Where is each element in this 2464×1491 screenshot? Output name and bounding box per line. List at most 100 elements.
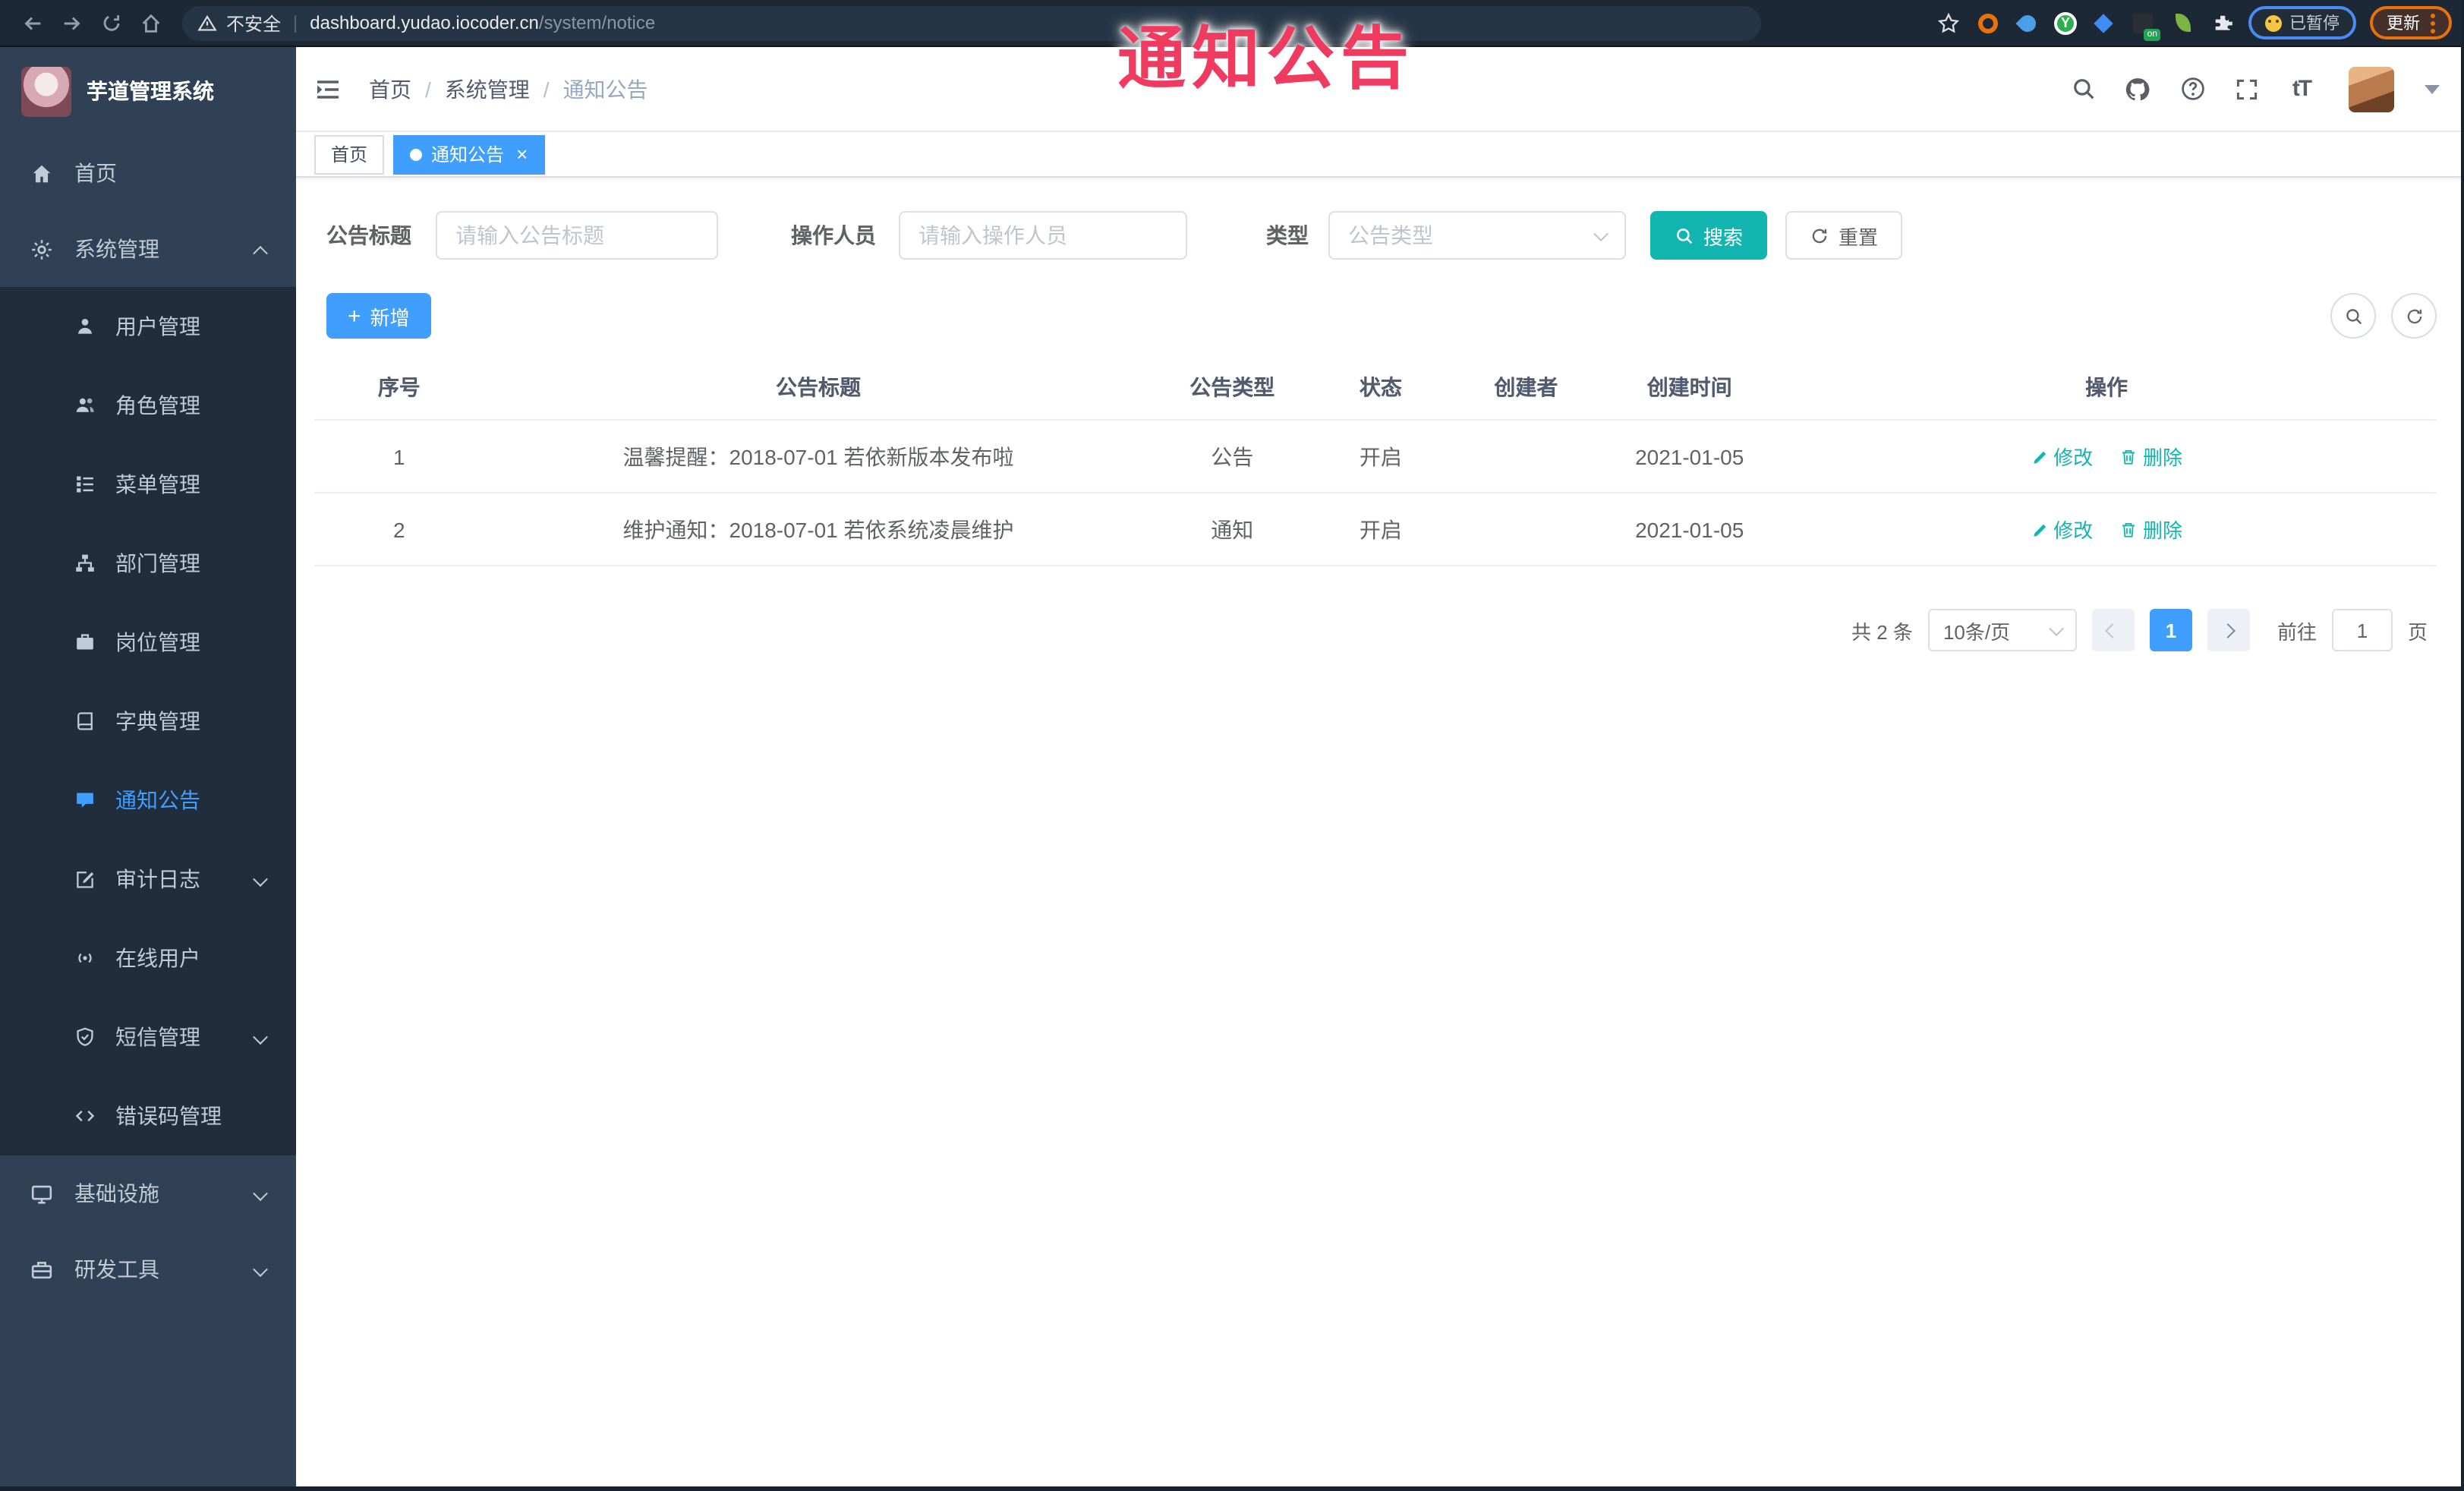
- type-select[interactable]: 公告类型: [1328, 211, 1626, 260]
- type-select-placeholder: 公告类型: [1348, 223, 1433, 247]
- current-page[interactable]: 1: [2149, 609, 2192, 651]
- goto-page-input[interactable]: [2331, 609, 2393, 651]
- sidebar-item-label: 基础设施: [74, 1181, 159, 1206]
- sidebar-item-dictionary[interactable]: 字典管理: [0, 682, 296, 761]
- extension-y-icon[interactable]: Y: [2054, 11, 2077, 34]
- page-size-select[interactable]: 10条/页: [1927, 609, 2077, 651]
- sidebar-item-label: 字典管理: [115, 709, 200, 733]
- edit-link[interactable]: 修改: [2031, 442, 2093, 471]
- fullscreen-icon[interactable]: [2230, 72, 2264, 106]
- total-count: 共 2 条: [1851, 620, 1913, 643]
- close-icon[interactable]: ×: [516, 144, 528, 164]
- github-icon[interactable]: [2121, 72, 2154, 106]
- app-logo-image: [21, 66, 71, 116]
- sidebar-item-system[interactable]: 系统管理: [0, 211, 296, 287]
- forward-icon[interactable]: [52, 3, 91, 43]
- sidebar-item-dev-tools[interactable]: 研发工具: [0, 1231, 296, 1307]
- paused-pill[interactable]: 已暂停: [2248, 6, 2356, 39]
- edit-icon: [73, 868, 96, 891]
- sidebar-item-error-codes[interactable]: 错误码管理: [0, 1076, 296, 1155]
- extension-drop-icon[interactable]: [2015, 10, 2040, 36]
- add-button[interactable]: + 新增: [326, 293, 431, 339]
- extension-leaf-icon[interactable]: [2169, 10, 2195, 36]
- browser-menu-icon[interactable]: [2431, 13, 2435, 33]
- dictionary-icon: [73, 710, 96, 733]
- title-filter-input[interactable]: [436, 211, 718, 260]
- chevron-down-icon: [253, 867, 268, 891]
- update-label: 更新: [2387, 15, 2420, 33]
- reset-button[interactable]: 重置: [1785, 211, 1903, 260]
- toolbox-icon: [30, 1258, 53, 1281]
- chevron-down-icon: [253, 1257, 268, 1281]
- show-search-button[interactable]: [2330, 293, 2376, 339]
- cell-actions: 修改 删除: [1776, 515, 2437, 544]
- extension-orange-icon[interactable]: [1975, 10, 2001, 36]
- sidebar-item-sms[interactable]: 短信管理: [0, 998, 296, 1076]
- tab-notice[interactable]: 通知公告 ×: [393, 134, 545, 174]
- app-logo-row[interactable]: 芋道管理系统: [0, 47, 296, 135]
- cell-no: 2: [393, 517, 405, 541]
- avatar[interactable]: [2349, 66, 2394, 112]
- back-icon[interactable]: [12, 3, 52, 43]
- title-filter-label: 公告标题: [326, 223, 411, 247]
- search-icon: [2346, 308, 2362, 324]
- operator-filter-label: 操作人员: [791, 223, 876, 247]
- search-icon[interactable]: [2066, 72, 2100, 106]
- sidebar-item-home[interactable]: 首页: [0, 135, 296, 211]
- breadcrumb: 首页 / 系统管理 / 通知公告: [369, 74, 648, 104]
- prev-page-button[interactable]: [2091, 609, 2135, 651]
- edit-link[interactable]: 修改: [2031, 515, 2093, 544]
- help-icon[interactable]: [2176, 72, 2209, 106]
- breadcrumb-system[interactable]: 系统管理: [445, 74, 530, 104]
- sidebar-item-label: 通知公告: [115, 788, 200, 812]
- next-page-button[interactable]: [2207, 609, 2250, 651]
- refresh-button[interactable]: [2391, 293, 2437, 339]
- sidebar-item-departments[interactable]: 部门管理: [0, 524, 296, 603]
- extension-diamond-icon[interactable]: [2091, 10, 2116, 36]
- search-icon: [1677, 228, 1693, 244]
- filter-form: 公告标题 操作人员 类型 公告类型 搜索 重置: [314, 211, 2437, 260]
- trash-icon: [2122, 449, 2136, 464]
- sidebar-item-label: 用户管理: [115, 314, 200, 339]
- sidebar-item-label: 系统管理: [74, 237, 159, 261]
- sidebar-item-posts[interactable]: 岗位管理: [0, 603, 296, 682]
- breadcrumb-home[interactable]: 首页: [369, 74, 411, 104]
- extensions-area: Y on 已暂停 更新: [1936, 6, 2452, 40]
- avatar-caret-icon[interactable]: [2425, 84, 2440, 93]
- cell-time: 2021-01-05: [1635, 444, 1744, 468]
- url-path: /system/notice: [538, 12, 656, 33]
- chevron-down-icon: [2049, 620, 2064, 636]
- font-size-icon[interactable]: tT: [2285, 72, 2318, 106]
- sidebar-item-label: 错误码管理: [115, 1104, 222, 1128]
- bookmark-star-icon[interactable]: [1936, 10, 1961, 36]
- update-button[interactable]: 更新: [2370, 6, 2452, 39]
- extension-on-icon[interactable]: on: [2130, 10, 2160, 40]
- cell-no: 1: [393, 444, 405, 468]
- delete-link[interactable]: 删除: [2120, 442, 2182, 471]
- operator-filter-input[interactable]: [899, 211, 1187, 260]
- cell-status: 开启: [1359, 517, 1402, 541]
- hamburger-icon[interactable]: [314, 77, 342, 101]
- sidebar-item-users[interactable]: 用户管理: [0, 287, 296, 366]
- pencil-icon: [2033, 523, 2046, 536]
- delete-link[interactable]: 删除: [2120, 515, 2182, 544]
- sidebar-item-notice[interactable]: 通知公告: [0, 761, 296, 840]
- column-header: 操作: [2085, 374, 2128, 399]
- sidebar-item-online-users[interactable]: 在线用户: [0, 919, 296, 998]
- page-unit-label: 页: [2407, 620, 2428, 643]
- sidebar-item-label: 部门管理: [115, 551, 200, 575]
- sidebar-item-audit-log[interactable]: 审计日志: [0, 840, 296, 919]
- notice-table: 序号 公告标题 公告类型 状态 创建者 创建时间 操作 1 温馨提醒：2018-…: [314, 354, 2437, 566]
- search-button[interactable]: 搜索: [1650, 211, 1768, 260]
- home-nav-icon[interactable]: [131, 3, 170, 43]
- column-header: 序号: [377, 374, 421, 399]
- extensions-puzzle-icon[interactable]: [2209, 10, 2235, 36]
- reload-icon[interactable]: [91, 3, 131, 43]
- sidebar-item-infrastructure[interactable]: 基础设施: [0, 1155, 296, 1231]
- url-bar[interactable]: 不安全 | dashboard.yudao.iocoder.cn/system/…: [182, 5, 1761, 40]
- tab-home[interactable]: 首页: [314, 134, 385, 174]
- right-toolbar: [2330, 293, 2437, 339]
- paused-label: 已暂停: [2289, 15, 2340, 33]
- sidebar-item-menus[interactable]: 菜单管理: [0, 445, 296, 524]
- sidebar-item-roles[interactable]: 角色管理: [0, 366, 296, 445]
